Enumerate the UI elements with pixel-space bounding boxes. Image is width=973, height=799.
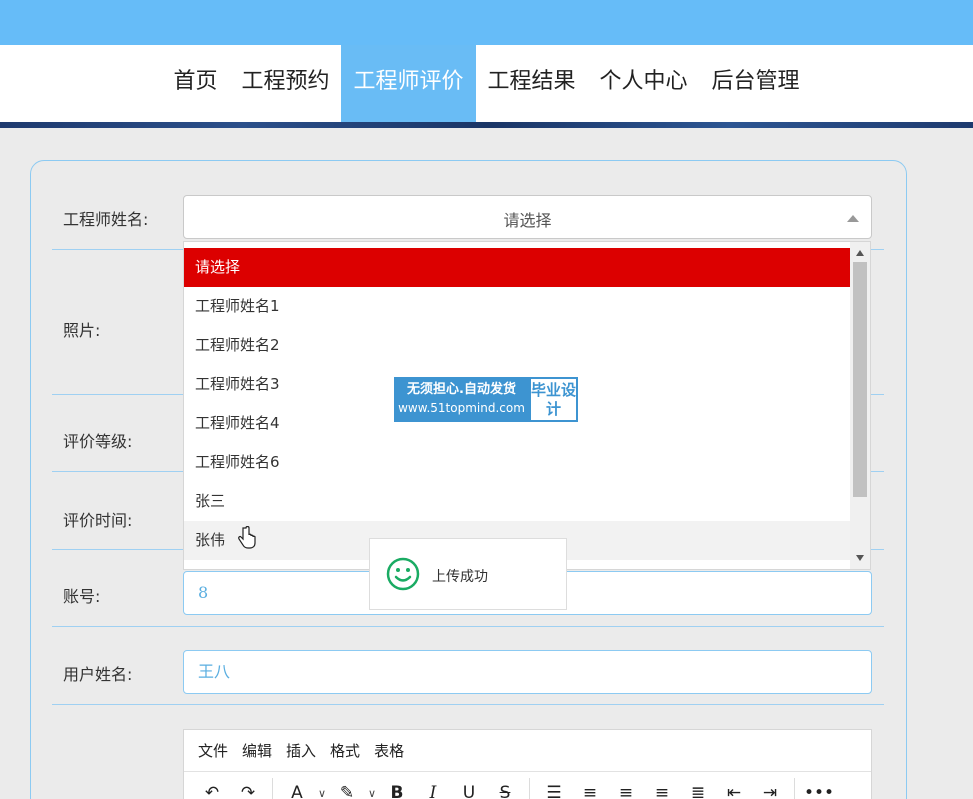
nav-item-home[interactable]: 首页 xyxy=(161,45,229,122)
photo-label: 照片: xyxy=(63,321,101,340)
chevron-down-icon[interactable]: ∨ xyxy=(365,787,379,799)
nav-item-profile[interactable]: 个人中心 xyxy=(588,45,700,122)
divider xyxy=(52,626,884,627)
caret-up-icon xyxy=(847,215,859,222)
hand-cursor-icon xyxy=(238,526,256,549)
align-center-icon[interactable]: ≡ xyxy=(608,775,644,799)
redo-icon[interactable]: ↷ xyxy=(230,775,266,799)
nav-item-admin[interactable]: 后台管理 xyxy=(700,45,812,122)
align-right-icon[interactable]: ≡ xyxy=(644,775,680,799)
dropdown-option[interactable]: 张三 xyxy=(184,482,851,521)
nav-decor-stripe xyxy=(0,122,973,128)
dropdown-option[interactable]: 请选择 xyxy=(184,248,851,287)
rich-text-editor: 文件 编辑 插入 格式 表格 ↶ ↷ A ∨ ✎ ∨ B I U S ☰ ≡ ≡… xyxy=(183,729,872,799)
menu-table[interactable]: 表格 xyxy=(374,730,404,771)
scroll-thumb[interactable] xyxy=(853,262,867,497)
username-input[interactable]: 王八 xyxy=(183,650,872,694)
dropdown-option[interactable]: 工程师姓名2 xyxy=(184,326,851,365)
top-banner xyxy=(0,0,973,45)
select-value: 请选择 xyxy=(503,211,552,230)
watermark-side: 毕业设计 xyxy=(529,377,578,422)
line-height-icon[interactable]: ☰ xyxy=(536,775,572,799)
menu-edit[interactable]: 编辑 xyxy=(242,730,272,771)
scroll-up-icon[interactable] xyxy=(856,250,864,256)
bold-icon[interactable]: B xyxy=(379,775,415,799)
account-label: 账号: xyxy=(63,587,101,606)
menu-insert[interactable]: 插入 xyxy=(286,730,316,771)
username-label: 用户姓名: xyxy=(63,665,133,684)
toolbar-separator xyxy=(794,778,795,799)
review-time-label: 评价时间: xyxy=(63,511,133,530)
font-color-icon[interactable]: A xyxy=(279,775,315,799)
dropdown-option[interactable]: 工程师姓名6 xyxy=(184,443,851,482)
main-nav: 首页 工程预约 工程师评价 工程结果 个人中心 后台管理 xyxy=(0,45,973,122)
watermark-badge: 无须担心.自动发货 www.51topmind.com 毕业设计 xyxy=(394,377,578,422)
italic-icon[interactable]: I xyxy=(415,775,451,799)
scroll-down-icon[interactable] xyxy=(856,555,864,561)
chevron-down-icon[interactable]: ∨ xyxy=(315,787,329,799)
toolbar-separator xyxy=(529,778,530,799)
engineer-name-label: 工程师姓名: xyxy=(63,210,149,229)
nav-item-results[interactable]: 工程结果 xyxy=(476,45,588,122)
toolbar-separator xyxy=(272,778,273,799)
editor-toolbar: ↶ ↷ A ∨ ✎ ∨ B I U S ☰ ≡ ≡ ≡ ≣ ⇤ ⇥ ••• xyxy=(184,773,871,799)
nav-item-booking[interactable]: 工程预约 xyxy=(229,45,341,122)
menu-file[interactable]: 文件 xyxy=(198,730,228,771)
editor-menubar: 文件 编辑 插入 格式 表格 xyxy=(184,730,871,772)
align-justify-icon[interactable]: ≣ xyxy=(680,775,716,799)
success-toast: 上传成功 xyxy=(369,538,567,610)
menu-format[interactable]: 格式 xyxy=(330,730,360,771)
engineer-name-select[interactable]: 请选择 xyxy=(183,195,872,239)
underline-icon[interactable]: U xyxy=(451,775,487,799)
toast-message: 上传成功 xyxy=(432,569,488,585)
outdent-icon[interactable]: ⇤ xyxy=(716,775,752,799)
dropdown-scrollbar[interactable] xyxy=(850,242,870,569)
highlight-icon[interactable]: ✎ xyxy=(329,775,365,799)
watermark-line1: 无须担心.自动发货 xyxy=(407,382,516,397)
nav-item-engineer-review[interactable]: 工程师评价 xyxy=(341,45,476,122)
strikethrough-icon[interactable]: S xyxy=(487,775,523,799)
more-icon[interactable]: ••• xyxy=(801,775,837,799)
dropdown-option[interactable]: 工程师姓名1 xyxy=(184,287,851,326)
rating-label: 评价等级: xyxy=(63,432,133,451)
watermark-line2: www.51topmind.com xyxy=(398,401,525,415)
divider xyxy=(52,704,884,705)
smile-icon xyxy=(386,557,420,591)
indent-icon[interactable]: ⇥ xyxy=(752,775,788,799)
align-left-icon[interactable]: ≡ xyxy=(572,775,608,799)
undo-icon[interactable]: ↶ xyxy=(194,775,230,799)
